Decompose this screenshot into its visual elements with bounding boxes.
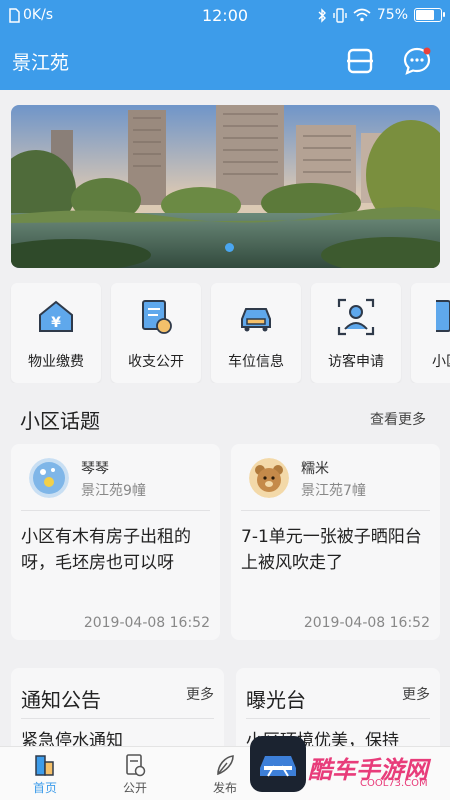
topics-title: 小区话题: [20, 409, 100, 433]
scan-button[interactable]: [346, 47, 374, 75]
divider: [21, 718, 214, 719]
app-bar: 景江苑: [0, 32, 450, 90]
vibrate-icon: [333, 7, 347, 23]
quick-action-label: 收支公开: [128, 354, 184, 370]
exposure-more-link[interactable]: 更多: [402, 684, 430, 704]
quick-action-finance[interactable]: 收支公开: [111, 283, 201, 383]
post-time: 2019-04-08 16:52: [303, 615, 430, 631]
status-bar: 0K/s 12:00 75%: [0, 0, 450, 32]
chat-bubble-icon: [403, 47, 431, 75]
finance-report-icon: [142, 300, 172, 334]
author-name: 琴琴: [81, 461, 109, 477]
topics-more-link[interactable]: 查看更多: [370, 409, 426, 429]
avatar-image: [249, 458, 289, 498]
bluetooth-icon: [318, 7, 326, 23]
avatar[interactable]: [29, 458, 69, 498]
divider: [241, 510, 430, 511]
quick-action-property-fee[interactable]: ¥ 物业缴费: [11, 283, 101, 383]
quick-action-parking[interactable]: 车位信息: [211, 283, 301, 383]
carousel-indicator[interactable]: [225, 243, 234, 252]
tab-public[interactable]: 公开: [90, 747, 180, 800]
parking-car-icon: [241, 308, 271, 332]
author-name: 糯米: [301, 461, 329, 477]
banner-carousel[interactable]: [11, 105, 440, 268]
topic-card[interactable]: 琴琴 景江苑9幢 小区有木有房子出租的呀，毛坯房也可以呀 2019-04-08 …: [11, 444, 220, 640]
watermark-subtext: COOL73.COM: [360, 778, 428, 789]
divider: [246, 718, 430, 719]
author-location: 景江苑7幢: [301, 483, 366, 499]
status-right: 75%: [317, 7, 445, 23]
tab-home[interactable]: 首页: [0, 747, 90, 800]
author-location: 景江苑9幢: [81, 483, 146, 499]
divider: [21, 510, 210, 511]
quick-action-label: 车位信息: [228, 354, 284, 370]
feather-icon: [217, 755, 234, 776]
notices-title: 通知公告: [21, 688, 101, 712]
avatar[interactable]: [249, 458, 289, 498]
visitor-scan-icon: [337, 298, 375, 336]
exposure-title: 曝光台: [246, 688, 306, 712]
quick-action-label: 小区: [432, 354, 450, 370]
post-time: 2019-04-08 16:52: [83, 615, 210, 631]
avatar-image: [29, 458, 69, 498]
document-icon: [126, 754, 146, 777]
svg-text:¥: ¥: [51, 315, 61, 331]
topic-card[interactable]: 糯米 景江苑7幢 7-1单元一张被子晒阳台上被风吹走了 2019-04-08 1…: [231, 444, 440, 640]
tab-label: 公开: [122, 781, 147, 795]
tab-label: 首页: [32, 781, 57, 795]
watermark-car-icon: [250, 736, 306, 792]
notebook-icon: [436, 300, 450, 332]
notices-more-link[interactable]: 更多: [186, 684, 214, 704]
post-text: 7-1单元一张被子晒阳台上被风吹走了: [241, 527, 422, 573]
scan-icon: [347, 48, 373, 74]
property-fee-icon: ¥: [39, 300, 73, 332]
quick-action-label: 访客申请: [328, 354, 384, 370]
battery-icon: [414, 8, 445, 22]
post-text: 小区有木有房子出租的呀，毛坯房也可以呀: [21, 527, 191, 573]
quick-action-visitor[interactable]: 访客申请: [311, 283, 401, 383]
quick-actions: ¥ 物业缴费 收支公开 车位信息 访客申请 小区: [0, 283, 450, 383]
wifi-icon: [353, 8, 371, 22]
messages-button[interactable]: [402, 46, 432, 76]
community-title[interactable]: 景江苑: [12, 48, 69, 75]
quick-action-label: 物业缴费: [28, 354, 84, 370]
home-building-icon: [35, 755, 54, 776]
quick-action-more[interactable]: 小区: [411, 283, 450, 383]
battery-percent: 75%: [376, 7, 408, 23]
watermark-logo: 酷车手游网 COOL73.COM: [250, 736, 450, 800]
